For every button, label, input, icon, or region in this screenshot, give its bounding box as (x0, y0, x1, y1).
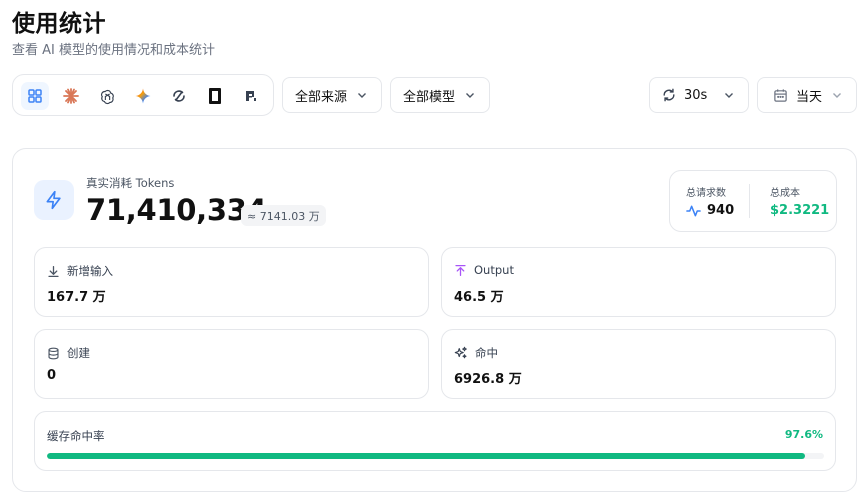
metric-value: 46.5 万 (454, 290, 504, 305)
totals-box: 总请求数 940 总成本 $2.3221 (669, 170, 837, 232)
chevron-down-icon (725, 93, 733, 98)
p-logo-icon (246, 91, 256, 101)
provider-all-button[interactable] (21, 82, 49, 110)
cost-label: 总成本 (770, 188, 800, 199)
source-filter-dropdown[interactable]: 全部来源 (282, 77, 382, 113)
chevron-down-icon (358, 93, 366, 98)
provider-black-button[interactable] (201, 82, 229, 110)
openai-icon (100, 89, 114, 104)
black-square-icon (209, 88, 221, 104)
refresh-provider-icon (173, 90, 185, 102)
totals-divider (749, 184, 750, 218)
provider-gemini-button[interactable] (129, 82, 157, 110)
all-providers-icon (28, 89, 42, 103)
metric-hit: 命中 6926.8 万 (441, 329, 836, 399)
gemini-icon (135, 88, 151, 104)
tokens-icon-box (34, 180, 74, 220)
lightning-icon (46, 190, 61, 210)
metric-create: 创建 0 (34, 329, 429, 399)
metric-head: Output (454, 263, 514, 277)
metric-head: 新增输入 (47, 263, 113, 279)
provider-p-button[interactable] (237, 82, 265, 110)
metric-label: Output (474, 263, 514, 277)
tokens-approx-badge: ≈ 7141.03 万 (241, 205, 326, 226)
cache-progress-fill (47, 453, 806, 459)
metric-label: 创建 (67, 346, 90, 360)
calendar-icon (774, 88, 787, 102)
sparkles-icon (454, 346, 467, 359)
cache-hit-percent: 97.6% (784, 428, 823, 441)
metric-label: 新增输入 (67, 264, 113, 278)
metric-label: 命中 (475, 346, 498, 360)
requests-stat: 940 (686, 203, 734, 218)
requests-label: 总请求数 (686, 188, 726, 199)
page-subtitle: 查看 AI 模型的使用情况和成本统计 (12, 43, 215, 58)
chevron-down-icon (833, 93, 841, 98)
database-icon (48, 347, 59, 359)
metric-value: 6926.8 万 (454, 372, 522, 387)
provider-cycle-button[interactable] (165, 82, 193, 110)
claude-icon (63, 88, 79, 104)
cache-hit-label: 缓存命中率 (47, 429, 105, 443)
metric-value: 0 (47, 368, 57, 383)
refresh-icon (663, 88, 675, 102)
refresh-interval-value: 30s (684, 87, 708, 103)
metric-value: 167.7 万 (47, 290, 106, 305)
download-icon (48, 265, 59, 277)
metric-output: Output 46.5 万 (441, 247, 836, 317)
source-filter-value: 全部来源 (295, 89, 348, 105)
provider-claude-button[interactable] (57, 82, 85, 110)
provider-filter-group (12, 74, 274, 116)
metric-head: 创建 (47, 345, 90, 361)
requests-value: 940 (707, 203, 735, 218)
provider-openai-button[interactable] (93, 82, 121, 110)
date-range-value: 当天 (796, 89, 823, 105)
cache-progress-track (47, 453, 824, 459)
activity-icon (686, 205, 701, 216)
tokens-value: 71,410,334 (86, 193, 267, 227)
refresh-interval-dropdown[interactable]: 30s (649, 77, 749, 113)
metric-head: 命中 (454, 345, 498, 361)
page-title: 使用统计 (12, 11, 106, 37)
date-range-dropdown[interactable]: 当天 (757, 77, 857, 113)
metric-new-input: 新增输入 167.7 万 (34, 247, 429, 317)
model-filter-value: 全部模型 (403, 89, 456, 105)
model-filter-dropdown[interactable]: 全部模型 (390, 77, 490, 113)
usage-summary-card: 真实消耗 Tokens 71,410,334 ≈ 7141.03 万 总请求数 … (12, 148, 857, 492)
upload-icon (455, 264, 466, 276)
cache-hit-rate: 缓存命中率 97.6% (34, 411, 836, 471)
chevron-down-icon (466, 93, 474, 98)
cost-value: $2.3221 (770, 203, 830, 218)
tokens-label: 真实消耗 Tokens (86, 176, 175, 190)
